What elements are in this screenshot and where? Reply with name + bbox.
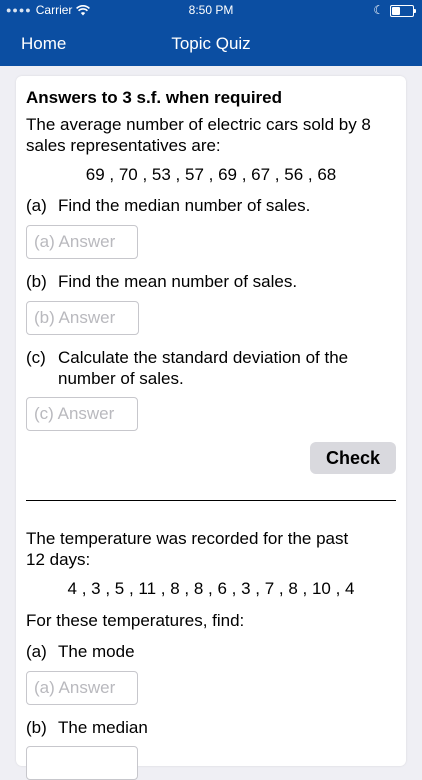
q1-data-values: 69 , 70 , 53 , 57 , 69 , 67 , 56 , 68	[85, 165, 337, 184]
q1-answer-c-input[interactable]	[26, 397, 138, 431]
q1-text-line1: The average number of electric cars sold…	[26, 115, 371, 134]
page-title: Topic Quiz	[171, 34, 251, 53]
q2-data-values: 4 , 3 , 5 , 11 , 8 , 8 , 6 , 3 , 7 , 8 ,…	[67, 579, 355, 598]
q1-part-b-text: Find the mean number of sales.	[58, 272, 298, 291]
moon-icon: ☾	[373, 3, 384, 17]
q2-part-b-text: The median	[58, 718, 148, 737]
question-divider	[26, 500, 396, 501]
q2-part-a: (a) The mode	[26, 641, 396, 662]
q1-part-a-text: Find the median number of sales.	[58, 196, 311, 215]
battery-icon	[390, 5, 416, 17]
q2-part-b: (b) The median	[26, 717, 396, 738]
q2-part-a-text: The mode	[58, 642, 135, 661]
check-button[interactable]: Check	[310, 442, 396, 474]
q1-part-c-text-line1: Calculate the standard deviation of the	[58, 348, 349, 367]
q1-answer-b-input[interactable]	[26, 301, 139, 335]
q2-part-b-label: (b)	[26, 718, 47, 737]
q2-answer-b-input[interactable]	[26, 746, 138, 780]
clock: 8:50 PM	[188, 3, 234, 17]
q2-text-line1: The temperature was recorded for the pas…	[26, 529, 349, 548]
q1-part-b: (b) Find the mean number of sales.	[26, 271, 396, 292]
q1-part-a: (a) Find the median number of sales.	[26, 195, 396, 216]
q1-part-c: (c) Calculate the standard deviation of …	[26, 347, 396, 389]
q2-prompt: For these temperatures, find:	[26, 611, 245, 630]
q2-text-line2: 12 days:	[26, 550, 91, 569]
navigation-bar: Home Topic Quiz	[0, 20, 422, 66]
q1-answer-a-input[interactable]	[26, 225, 138, 259]
q1-text-line2: sales representatives are:	[26, 136, 221, 155]
q2-part-a-label: (a)	[26, 642, 47, 661]
q1-part-c-text-line2: number of sales.	[58, 369, 184, 388]
instruction-heading: Answers to 3 s.f. when required	[26, 88, 283, 107]
q1-part-c-label: (c)	[26, 348, 46, 367]
q1-part-b-label: (b)	[26, 272, 47, 291]
q2-answer-a-input[interactable]	[26, 671, 138, 705]
q1-part-a-label: (a)	[26, 196, 47, 215]
status-bar: ●●●● Carrier 8:50 PM ☾	[0, 0, 422, 20]
